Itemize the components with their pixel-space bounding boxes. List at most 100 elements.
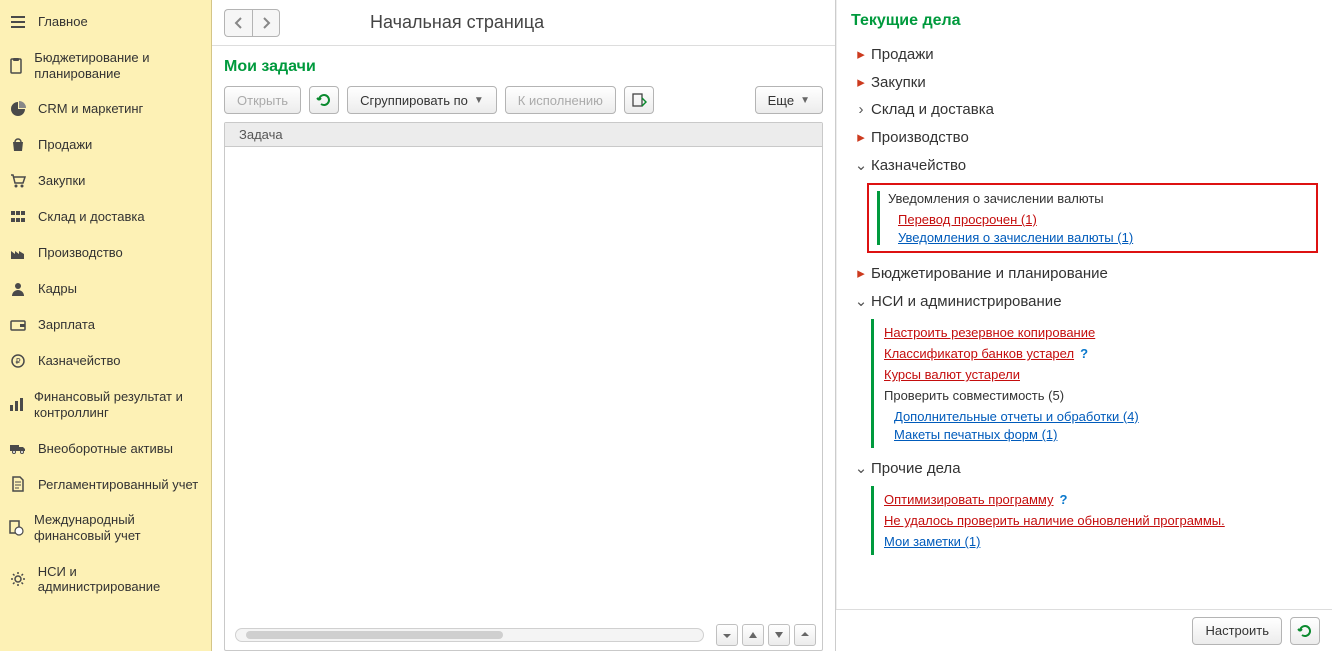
cd-production[interactable]: ▸Производство [851, 123, 1318, 151]
admin-children: Настроить резервное копирование Классифи… [871, 319, 1318, 448]
svg-text:₽: ₽ [15, 357, 20, 366]
factory-icon [8, 245, 28, 261]
link-addreps[interactable]: Дополнительные отчеты и обработки (4) [894, 409, 1308, 424]
nav-forward-button[interactable] [252, 9, 280, 37]
link-backup[interactable]: Настроить резервное копирование [884, 325, 1308, 340]
help-icon[interactable]: ? [1080, 346, 1088, 361]
link-optimize[interactable]: Оптимизировать программу [884, 492, 1054, 507]
other-children: Оптимизировать программу? Не удалось про… [871, 486, 1318, 555]
sidebar-item-label: Международный финансовый учет [34, 512, 201, 543]
cd-sales[interactable]: ▸Продажи [851, 40, 1318, 68]
cd-label: Казначейство [871, 157, 966, 174]
link-transfer-overdue[interactable]: Перевод просрочен (1) [898, 212, 1308, 227]
cd-label: Склад и доставка [871, 101, 994, 118]
sidebar-item-label: Казначейство [38, 353, 120, 369]
sidebar-item-ifrs[interactable]: Международный финансовый учет [0, 502, 211, 553]
person-icon [8, 281, 28, 297]
chevron-down-icon: ⌄ [851, 156, 871, 174]
cd-other[interactable]: ⌄Прочие дела [851, 454, 1318, 482]
refresh-button[interactable] [309, 86, 339, 114]
sidebar-item-warehouse[interactable]: Склад и доставка [0, 199, 211, 235]
sidebar-item-label: НСИ и администрирование [38, 564, 201, 595]
nav-back-button[interactable] [224, 9, 252, 37]
wallet-icon [8, 317, 28, 333]
sidebar: Главное Бюджетирование и планирование CR… [0, 0, 212, 651]
shelves-icon [8, 209, 28, 225]
sidebar-item-crm[interactable]: CRM и маркетинг [0, 91, 211, 127]
treasury-alert-box: Уведомления о зачислении валюты Перевод … [867, 183, 1318, 253]
sidebar-item-salary[interactable]: Зарплата [0, 307, 211, 343]
current-affairs-title: Текущие дела [851, 12, 1318, 30]
sidebar-item-label: Финансовый результат и контроллинг [34, 389, 201, 420]
sidebar-item-admin[interactable]: НСИ и администрирование [0, 554, 211, 605]
more-button[interactable]: Еще▼ [755, 86, 823, 114]
cd-label: Продажи [871, 46, 934, 63]
due-button[interactable]: К исполнению [505, 86, 616, 114]
configure-button[interactable]: Настроить [1192, 617, 1282, 645]
sidebar-item-fixed-assets[interactable]: Внеоборотные активы [0, 430, 211, 466]
open-button[interactable]: Открыть [224, 86, 301, 114]
arrow-right-icon: ▸ [851, 264, 871, 282]
my-tasks-title: Мои задачи [224, 58, 823, 76]
link-banks[interactable]: Классификатор банков устарел [884, 346, 1074, 361]
export-button[interactable] [624, 86, 654, 114]
cd-label: Прочие дела [871, 460, 961, 477]
sidebar-item-treasury[interactable]: ₽ Казначейство [0, 343, 211, 379]
scroll-top-start-button[interactable] [716, 624, 738, 646]
clipboard-icon [8, 58, 24, 74]
horizontal-scrollbar[interactable] [235, 628, 704, 642]
cd-admin[interactable]: ⌄НСИ и администрирование [851, 287, 1318, 315]
sidebar-item-regulated[interactable]: Регламентированный учет [0, 466, 211, 502]
menu-icon [8, 14, 28, 30]
truck-icon [8, 440, 28, 456]
sidebar-item-controlling[interactable]: Финансовый результат и контроллинг [0, 379, 211, 430]
tasks-toolbar: Открыть Сгруппировать по▼ К исполнению Е… [224, 86, 823, 114]
sidebar-item-budgeting[interactable]: Бюджетирование и планирование [0, 40, 211, 91]
doc-icon [8, 476, 28, 492]
scroll-up-button[interactable] [742, 624, 764, 646]
sidebar-item-hr[interactable]: Кадры [0, 271, 211, 307]
cd-budgeting[interactable]: ▸Бюджетирование и планирование [851, 259, 1318, 287]
grid-column-task[interactable]: Задача [225, 123, 822, 147]
sidebar-item-sales[interactable]: Продажи [0, 127, 211, 163]
scroll-down-button[interactable] [768, 624, 790, 646]
sidebar-item-label: Закупки [38, 173, 85, 189]
scroll-bottom-end-button[interactable] [794, 624, 816, 646]
main-area: Начальная страница Мои задачи Открыть Сг… [212, 0, 836, 651]
grid-footer [225, 620, 822, 650]
sidebar-item-production[interactable]: Производство [0, 235, 211, 271]
help-icon[interactable]: ? [1060, 492, 1068, 507]
link-rates[interactable]: Курсы валют устарели [884, 367, 1308, 382]
chevron-down-icon: ⌄ [851, 292, 871, 310]
sidebar-item-label: Продажи [38, 137, 92, 153]
cd-treasury[interactable]: ⌄Казначейство [851, 151, 1318, 179]
cart-icon [8, 173, 28, 189]
group-by-button[interactable]: Сгруппировать по▼ [347, 86, 497, 114]
arrow-right-icon: ▸ [851, 128, 871, 146]
arrow-right-icon: ▸ [851, 73, 871, 91]
sidebar-item-purchases[interactable]: Закупки [0, 163, 211, 199]
arrow-right-icon: ▸ [851, 45, 871, 63]
grid-body[interactable] [225, 147, 822, 620]
sidebar-item-label: Регламентированный учет [38, 477, 198, 493]
link-noupdate[interactable]: Не удалось проверить наличие обновлений … [884, 513, 1308, 528]
chevron-down-icon: ▼ [800, 95, 810, 106]
sidebar-item-label: Кадры [38, 281, 77, 297]
cd-label: Бюджетирование и планирование [871, 265, 1108, 282]
link-currency-notif[interactable]: Уведомления о зачислении валюты (1) [898, 230, 1308, 245]
pie-icon [8, 101, 28, 117]
sidebar-item-label: Бюджетирование и планирование [34, 50, 201, 81]
chevron-right-icon: › [851, 101, 871, 118]
sidebar-item-main[interactable]: Главное [0, 4, 211, 40]
link-printforms[interactable]: Макеты печатных форм (1) [894, 427, 1308, 442]
coin-icon: ₽ [8, 353, 28, 369]
footer-refresh-button[interactable] [1290, 617, 1320, 645]
cd-purchases[interactable]: ▸Закупки [851, 68, 1318, 96]
treasury-box-title: Уведомления о зачислении валюты [888, 191, 1308, 206]
sidebar-item-label: Внеоборотные активы [38, 441, 173, 457]
tasks-grid: Задача [224, 122, 823, 651]
link-notes[interactable]: Мои заметки (1) [884, 534, 1308, 549]
cd-warehouse[interactable]: ›Склад и доставка [851, 96, 1318, 123]
right-footer: Настроить [836, 609, 1332, 651]
gear-icon [8, 571, 28, 587]
